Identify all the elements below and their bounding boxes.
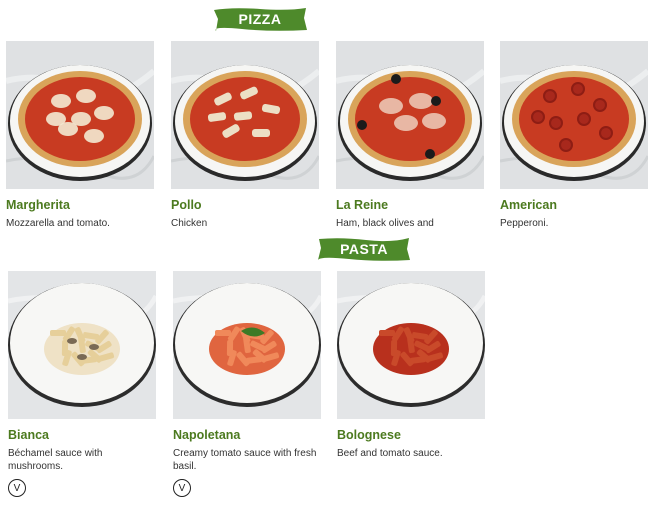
pasta-description: Beef and tomato sauce. xyxy=(337,448,443,459)
pizza-photo[interactable] xyxy=(6,41,154,189)
pasta-photo[interactable] xyxy=(337,271,485,419)
pizza-card[interactable]: Margherita Mozzarella and tomato. xyxy=(6,41,154,230)
pizza-name[interactable]: Margherita xyxy=(6,198,154,213)
pizza-photo[interactable] xyxy=(171,41,319,189)
pasta-card[interactable]: Bolognese Beef and tomato sauce. xyxy=(337,271,485,460)
pizza-name[interactable]: American xyxy=(500,198,648,213)
pizza-photo[interactable] xyxy=(500,41,648,189)
pasta-card[interactable]: Napoletana Creamy tomato sauce with fres… xyxy=(173,271,321,497)
pizza-description: Ham, black olives and xyxy=(336,218,434,229)
pizza-photo[interactable] xyxy=(336,41,484,189)
pizza-section-banner: PIZZA xyxy=(212,6,308,32)
pasta-description: Béchamel sauce with mushrooms. xyxy=(8,448,103,472)
pasta-section-title: PASTA xyxy=(340,241,388,257)
pizza-name[interactable]: La Reine xyxy=(336,198,484,213)
pasta-card[interactable]: Bianca Béchamel sauce with mushrooms. V xyxy=(8,271,156,497)
pizza-card[interactable]: La Reine Ham, black olives and xyxy=(336,41,484,230)
pizza-description: Mozzarella and tomato. xyxy=(6,218,110,229)
pizza-card[interactable]: American Pepperoni. xyxy=(500,41,648,230)
pasta-photo[interactable] xyxy=(8,271,156,419)
pasta-name[interactable]: Napoletana xyxy=(173,428,321,443)
pizza-description: Pepperoni. xyxy=(500,218,549,229)
pasta-photo[interactable] xyxy=(173,271,321,419)
pasta-name[interactable]: Bolognese xyxy=(337,428,485,443)
vegetarian-icon: V xyxy=(173,479,191,497)
pizza-section-title: PIZZA xyxy=(238,11,282,27)
pizza-name[interactable]: Pollo xyxy=(171,198,319,213)
vegetarian-icon: V xyxy=(8,479,26,497)
pasta-name[interactable]: Bianca xyxy=(8,428,156,443)
pasta-section-banner: PASTA xyxy=(316,236,412,262)
pizza-card[interactable]: Pollo Chicken xyxy=(171,41,319,230)
pasta-description: Creamy tomato sauce with fresh basil. xyxy=(173,448,317,472)
pizza-description: Chicken xyxy=(171,218,208,229)
